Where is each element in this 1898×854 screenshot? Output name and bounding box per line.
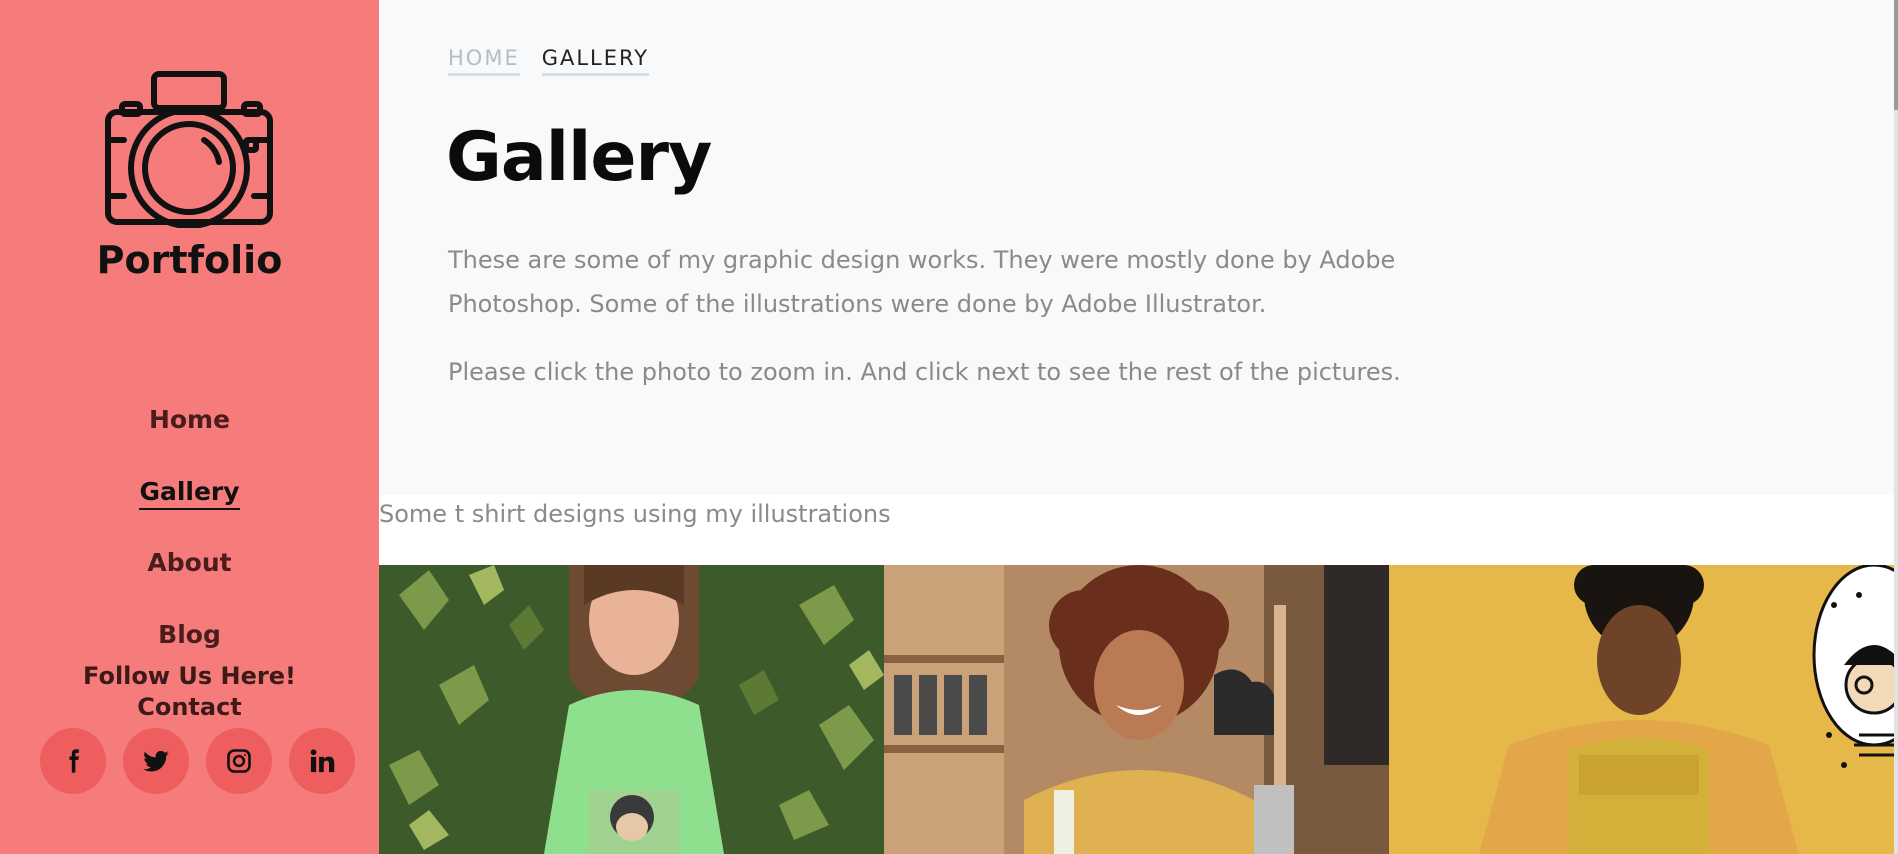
- main-content: Home Gallery Gallery These are some of m…: [379, 0, 1898, 854]
- scrollbar-thumb[interactable]: [1894, 0, 1898, 110]
- photo-gallery: [379, 565, 1894, 854]
- sidebar: Portfolio Home Gallery About Blog Follow…: [0, 0, 379, 854]
- nav-about[interactable]: About: [0, 548, 379, 577]
- page-header: Home Gallery Gallery These are some of m…: [379, 0, 1894, 495]
- facebook-button[interactable]: [40, 728, 106, 794]
- follow-heading: Follow Us Here!: [83, 662, 296, 690]
- page-description: These are some of my graphic design work…: [448, 246, 1396, 318]
- nav-home[interactable]: Home: [0, 405, 379, 434]
- photo-woman-curly-hair-yellow-tshirt[interactable]: [884, 565, 1389, 854]
- page-title: Gallery: [446, 118, 712, 197]
- page-scrollbar[interactable]: [1894, 0, 1898, 854]
- gallery-section-label: Some t shirt designs using my illustrati…: [379, 500, 891, 528]
- nav-contact[interactable]: Contact: [0, 693, 379, 721]
- brand-title: Portfolio: [96, 238, 283, 282]
- twitter-button[interactable]: [123, 728, 189, 794]
- camera-icon[interactable]: [104, 70, 274, 228]
- twitter-icon: [143, 750, 169, 772]
- instagram-button[interactable]: [206, 728, 272, 794]
- photo-woman-yellow-background[interactable]: [1389, 565, 1894, 854]
- instagram-icon: [227, 749, 251, 773]
- social-links: [40, 728, 355, 794]
- page-instructions: Please click the photo to zoom in. And c…: [448, 358, 1401, 386]
- breadcrumb-home[interactable]: Home: [448, 46, 520, 76]
- photo-woman-green-tshirt[interactable]: [379, 565, 884, 854]
- nav-blog[interactable]: Blog: [0, 620, 379, 649]
- facebook-icon: [69, 749, 79, 773]
- breadcrumb: Home Gallery: [448, 46, 650, 76]
- nav-gallery[interactable]: Gallery: [0, 477, 379, 510]
- breadcrumb-gallery[interactable]: Gallery: [541, 46, 650, 76]
- linkedin-icon: [310, 749, 335, 773]
- linkedin-button[interactable]: [289, 728, 355, 794]
